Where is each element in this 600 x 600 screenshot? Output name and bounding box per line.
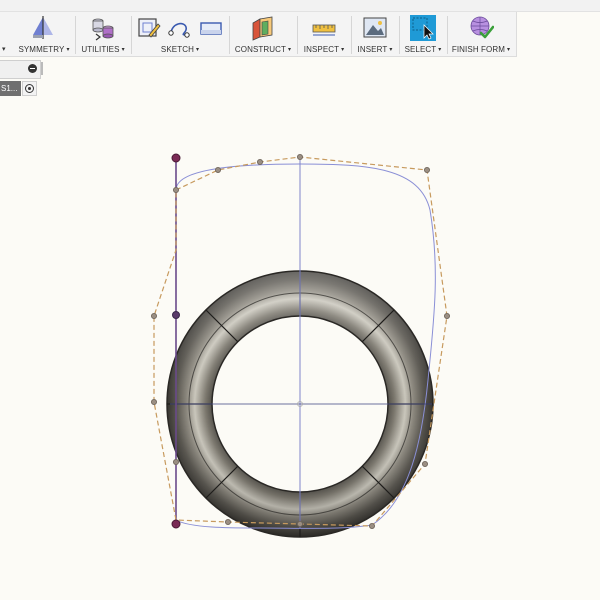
control-point[interactable] — [214, 166, 221, 173]
bottom-endpoint-handle[interactable] — [171, 519, 181, 529]
control-point[interactable] — [256, 158, 263, 165]
control-point[interactable] — [296, 521, 303, 528]
control-point[interactable] — [423, 166, 430, 173]
control-point[interactable] — [443, 312, 450, 319]
fusion-app-window: SYMMETRY ▾ ▾ UTILITIES ▾ SKETCH ▾ CONSTR… — [0, 0, 600, 600]
control-point[interactable] — [150, 312, 157, 319]
mid-point-handle[interactable] — [172, 311, 180, 319]
control-point[interactable] — [368, 523, 375, 530]
viewport-canvas[interactable] — [0, 0, 600, 600]
control-point[interactable] — [172, 458, 179, 465]
control-point[interactable] — [421, 460, 428, 467]
control-point[interactable] — [224, 519, 231, 526]
control-point[interactable] — [172, 186, 179, 193]
control-point[interactable] — [150, 398, 157, 405]
control-point[interactable] — [296, 153, 303, 160]
top-endpoint-handle[interactable] — [171, 153, 181, 163]
